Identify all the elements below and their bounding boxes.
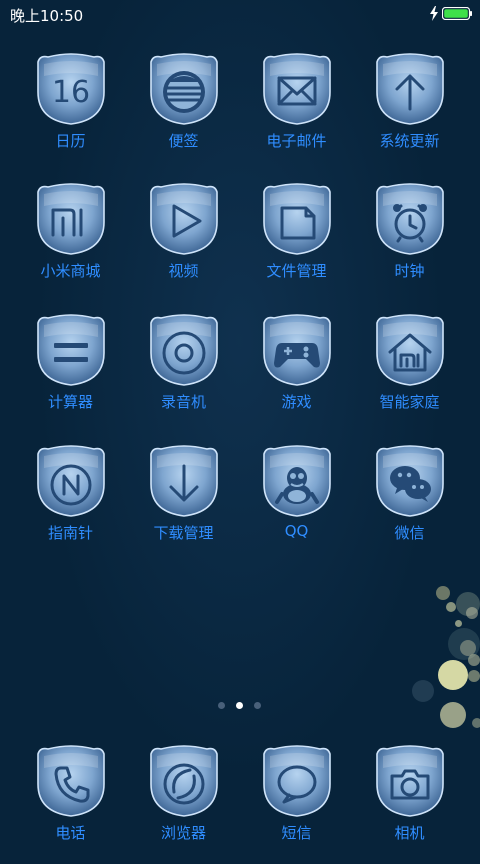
app-label: 下载管理 [153,524,214,542]
gamepad-icon [260,313,334,387]
qq-penguin-icon [260,444,334,518]
app-download[interactable]: 下载管理 [127,444,240,564]
app-alarm-clock[interactable]: 时钟 [353,182,466,302]
app-notes[interactable]: 便签 [127,52,240,172]
app-update[interactable]: 系统更新 [353,52,466,172]
app-label: 便签 [168,132,199,150]
page-dot-1[interactable] [218,702,225,709]
alarm-clock-icon [373,182,447,256]
app-label: 时钟 [394,262,425,280]
update-icon [373,52,447,126]
page-dot-3[interactable] [254,702,261,709]
app-label: 录音机 [160,393,206,411]
folder-icon [260,182,334,256]
app-folder[interactable]: 文件管理 [240,182,353,302]
app-label: 日历 [55,132,86,150]
page-dot-2-active[interactable] [236,702,243,709]
app-label: 视频 [168,262,199,280]
status-bar: 晚上10:50 [0,0,480,28]
charging-bolt-icon [430,6,438,21]
app-label: 计算器 [47,393,93,411]
app-gamepad[interactable]: 游戏 [240,313,353,433]
recorder-icon [147,313,221,387]
mi-store-icon [34,182,108,256]
app-compass[interactable]: 指南针 [14,444,127,564]
battery-icon [442,7,472,20]
browser-icon [147,744,221,818]
message-icon [260,744,334,818]
app-camera[interactable]: 相机 [353,744,466,864]
wechat-icon [373,444,447,518]
status-time: 晚上10:50 [10,7,84,25]
app-smart-home[interactable]: 智能家庭 [353,313,466,433]
email-icon [260,52,334,126]
app-label: 指南针 [47,524,93,542]
app-calendar[interactable]: 16 日历 [14,52,127,172]
calendar-icon: 16 [34,52,108,126]
app-label: 电子邮件 [266,132,327,150]
video-icon [147,182,221,256]
app-label: 浏览器 [160,824,206,842]
app-browser[interactable]: 浏览器 [127,744,240,864]
app-label: 电话 [55,824,86,842]
app-label: 短信 [281,824,312,842]
download-icon [147,444,221,518]
app-qq-penguin[interactable]: QQ [240,444,353,564]
app-calculator[interactable]: 计算器 [14,313,127,433]
app-label: 文件管理 [266,262,327,280]
svg-text:16: 16 [52,75,90,110]
phone-icon [34,744,108,818]
app-recorder[interactable]: 录音机 [127,313,240,433]
app-label: 微信 [394,524,425,542]
app-label: 游戏 [281,393,312,411]
app-label: 系统更新 [379,132,440,150]
notes-icon [147,52,221,126]
app-message[interactable]: 短信 [240,744,353,864]
app-video[interactable]: 视频 [127,182,240,302]
camera-icon [373,744,447,818]
app-mi-store[interactable]: 小米商城 [14,182,127,302]
app-label: 小米商城 [40,262,101,280]
app-label: 相机 [394,824,425,842]
app-label: 智能家庭 [379,393,440,411]
calculator-icon [34,313,108,387]
compass-icon [34,444,108,518]
page-indicator[interactable] [215,702,265,710]
app-label: QQ [284,522,309,540]
app-phone[interactable]: 电话 [14,744,127,864]
smart-home-icon [373,313,447,387]
app-email[interactable]: 电子邮件 [240,52,353,172]
app-wechat[interactable]: 微信 [353,444,466,564]
